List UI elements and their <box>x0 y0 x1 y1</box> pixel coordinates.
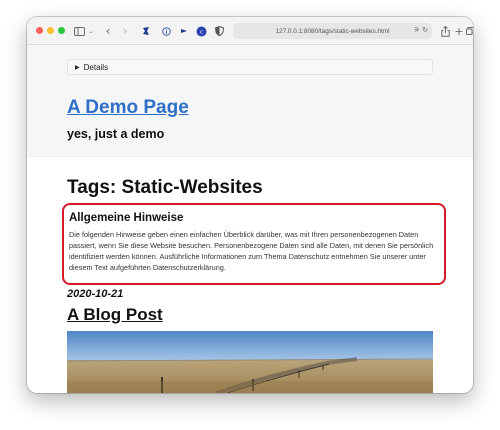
info-icon[interactable] <box>160 23 172 39</box>
notice-title: Allgemeine Hinweise <box>69 212 184 224</box>
post-image <box>67 331 433 393</box>
shield-icon[interactable] <box>213 23 225 39</box>
details-toggle[interactable]: ▶ Details <box>67 59 433 75</box>
site-subtitle: yes, just a demo <box>67 127 165 141</box>
site-title-link[interactable]: A Demo Page <box>67 97 189 119</box>
browser-window: ⌄ ‹ › c 127.0.0.1:8080/tags/static-websi… <box>27 17 473 393</box>
minimize-window-button[interactable] <box>47 27 54 34</box>
notice-body: Die folgenden Hinweise geben einen einfa… <box>69 230 434 272</box>
svg-text:c: c <box>199 29 202 35</box>
maximize-window-button[interactable] <box>58 27 65 34</box>
forward-icon[interactable]: › <box>120 23 130 39</box>
tab-overview-icon[interactable] <box>466 23 473 39</box>
details-label: Details <box>83 62 109 72</box>
disclosure-triangle-icon: ▶ <box>75 63 80 71</box>
chevron-down-icon[interactable]: ⌄ <box>87 23 95 39</box>
extension-icon[interactable] <box>140 23 152 39</box>
post-title-link[interactable]: A Blog Post <box>67 305 163 325</box>
share-icon[interactable] <box>440 23 450 39</box>
url-text: 127.0.0.1:8080/tags/static-websites.html <box>275 27 390 35</box>
post-date: 2020-10-21 <box>67 288 124 300</box>
new-tab-icon[interactable]: + <box>454 23 464 39</box>
tag-heading: Tags: Static-Websites <box>67 177 263 198</box>
browser-toolbar: ⌄ ‹ › c 127.0.0.1:8080/tags/static-websi… <box>27 17 473 45</box>
reload-icon[interactable]: ↻ <box>422 26 428 34</box>
translate-icon[interactable]: ⚞ <box>414 26 420 34</box>
extension-badge-icon[interactable]: c <box>195 23 207 39</box>
arrow-icon[interactable] <box>179 23 189 39</box>
sidebar-icon[interactable] <box>72 23 86 39</box>
close-window-button[interactable] <box>36 27 43 34</box>
address-bar[interactable]: 127.0.0.1:8080/tags/static-websites.html… <box>233 23 432 39</box>
privacy-notice-box: Allgemeine Hinweise Die folgenden Hinwei… <box>62 203 446 285</box>
web-page: ▶ Details A Demo Page yes, just a demo T… <box>27 45 473 393</box>
page-header: ▶ Details A Demo Page yes, just a demo <box>27 45 473 157</box>
back-icon[interactable]: ‹ <box>103 23 113 39</box>
